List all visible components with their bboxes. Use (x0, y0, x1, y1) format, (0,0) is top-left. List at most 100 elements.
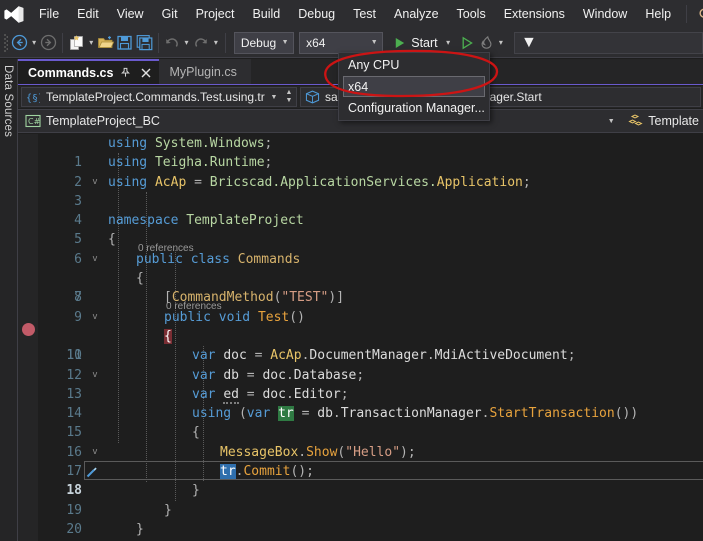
menu-item-analyze[interactable]: Analyze (385, 2, 447, 27)
navigate-backward-icon[interactable] (10, 31, 29, 55)
menu-item-test[interactable]: Test (344, 2, 385, 27)
code-text: } (192, 483, 200, 499)
solution-platform-dropdown[interactable]: Any CPU x64 Configuration Manager... (338, 52, 490, 121)
navigate-forward-icon[interactable] (39, 31, 58, 55)
menubar-divider (686, 5, 688, 23)
code-line: 0 references 7 v public class Commands (42, 243, 703, 322)
menu-item-file[interactable]: File (30, 2, 68, 27)
menu-item-git[interactable]: Git (153, 2, 187, 27)
start-debug-button[interactable]: Start ▾ (389, 31, 457, 55)
code-text: using System.Windows; (108, 136, 273, 151)
undo-icon[interactable] (162, 31, 181, 55)
chevron-down-icon: ▼ (521, 33, 537, 51)
member-selector-combo[interactable]: {§} TemplateProject.Commands.Test.using.… (21, 87, 297, 107)
code-line: 12 var doc = AcAp.DocumentManager.MdiAct… (42, 346, 703, 382)
menu-item-edit[interactable]: Edit (68, 2, 108, 27)
open-file-icon[interactable] (96, 31, 115, 55)
start-dropdown-icon[interactable]: ▾ (442, 31, 455, 55)
code-text: { (108, 232, 116, 248)
code-line: 21 } (42, 520, 703, 539)
tab-label: MyPlugin.cs (169, 64, 237, 79)
code-text: using AcAp = Bricscad.ApplicationService… (108, 174, 531, 190)
redo-icon[interactable] (192, 31, 211, 55)
code-text: public class Commands (136, 251, 301, 267)
type-selector-value: Template (648, 114, 699, 128)
breakpoint-marker[interactable] (22, 323, 35, 336)
toolbar-grip[interactable] (2, 32, 10, 54)
navigate-backward-dropdown-icon[interactable]: ▾ (29, 31, 39, 55)
undo-dropdown-icon[interactable]: ▾ (181, 31, 191, 55)
tab-label: Commands.cs (28, 65, 114, 80)
editor-gutter[interactable] (18, 134, 38, 541)
code-editor[interactable]: 1 v using System.Windows; 2 using Teigha… (18, 134, 703, 541)
toolbar-divider-1 (62, 32, 64, 53)
code-line: 17 MessageBox.Show("Hello"); (42, 443, 703, 479)
new-item-icon[interactable] (67, 31, 86, 55)
code-line: 0 references 10 v public void Test() (42, 301, 703, 380)
menu-item-build[interactable]: Build (243, 2, 289, 27)
visual-studio-logo (4, 4, 24, 24)
new-item-dropdown-icon[interactable]: ▾ (86, 31, 96, 55)
code-line: 11 { (42, 327, 703, 363)
chevron-down-icon: ▼ (270, 93, 278, 101)
search-icon[interactable] (693, 2, 703, 26)
menu-item-window[interactable]: Window (574, 2, 636, 27)
code-line: 15 v using (var tr = db.TransactionManag… (42, 404, 703, 457)
left-tool-dock: Data Sources (0, 59, 18, 541)
menu-item-help[interactable]: Help (636, 2, 680, 27)
solution-platform-value: x64 (306, 35, 326, 50)
chevron-up-icon: ▲ (285, 89, 293, 96)
code-line: 5 v namespace TemplateProject (42, 211, 703, 264)
code-text: tr.Commit(); (220, 464, 314, 480)
dropdown-item-x64[interactable]: x64 (343, 76, 485, 97)
chevron-down-icon: ▼ (281, 39, 289, 46)
hot-reload-icon[interactable] (477, 31, 496, 55)
start-button-label: Start (411, 35, 438, 50)
sidebar-item-data-sources[interactable]: Data Sources (0, 59, 16, 143)
csharp-project-icon: C# (24, 113, 42, 129)
menu-item-extensions[interactable]: Extensions (495, 2, 574, 27)
code-snippet-icon: {§} (22, 91, 44, 104)
chevron-down-icon: ▼ (285, 97, 293, 104)
menu-item-tools[interactable]: Tools (448, 2, 495, 27)
save-all-icon[interactable] (135, 31, 154, 55)
code-text: { (192, 425, 200, 441)
menu-item-debug[interactable]: Debug (289, 2, 344, 27)
solution-platform-combo[interactable]: x64 ▼ (299, 31, 384, 54)
project-selector-value: TemplateProject_BC (46, 114, 160, 128)
dropdown-item-configuration-manager[interactable]: Configuration Manager... (339, 98, 489, 118)
dropdown-item-any-cpu[interactable]: Any CPU (339, 55, 489, 75)
play-outline-icon[interactable] (458, 31, 477, 55)
save-icon[interactable] (115, 31, 134, 55)
code-line: 16 { (42, 423, 703, 459)
code-line: 2 using Teigha.Runtime; (42, 153, 703, 189)
solution-configuration-combo[interactable]: Debug ▼ (233, 31, 295, 54)
code-text: var doc = AcAp.DocumentManager.MdiActive… (192, 348, 576, 364)
hot-reload-dropdown-icon[interactable]: ▾ (496, 31, 506, 55)
code-text: var ed = doc.Editor; (192, 386, 349, 404)
toolbar-divider-3 (225, 32, 226, 53)
pin-icon[interactable] (118, 65, 133, 81)
code-line: 1 v using System.Windows; (42, 134, 703, 187)
code-text: namespace TemplateProject (108, 213, 304, 229)
code-surface[interactable]: 1 v using System.Windows; 2 using Teigha… (42, 134, 703, 541)
menu-item-project[interactable]: Project (187, 2, 244, 27)
project-selector[interactable]: C# TemplateProject_BC (18, 113, 602, 129)
package-icon (301, 90, 323, 104)
tab-commands-cs[interactable]: Commands.cs (18, 59, 160, 84)
code-line: 19 } (42, 481, 703, 517)
close-icon[interactable] (138, 65, 153, 81)
play-icon (396, 37, 405, 48)
process-selector-combo[interactable]: ▼ (514, 31, 703, 54)
code-line: 20 } (42, 501, 703, 537)
member-spinner[interactable]: ▲ ▼ (282, 89, 296, 105)
visual-studio-window: File Edit View Git Project Build Debug T… (0, 0, 703, 541)
menu-item-view[interactable]: View (108, 2, 153, 27)
menu-bar: File Edit View Git Project Build Debug T… (0, 0, 703, 28)
type-selector[interactable]: Template (620, 113, 703, 129)
redo-dropdown-icon[interactable]: ▾ (211, 31, 221, 55)
code-text: using Teigha.Runtime; (108, 155, 273, 171)
code-text: MessageBox.Show("Hello"); (220, 444, 416, 460)
chevron-down-icon[interactable]: ▼ (602, 118, 620, 125)
tab-myplugin-cs[interactable]: MyPlugin.cs (159, 59, 251, 84)
